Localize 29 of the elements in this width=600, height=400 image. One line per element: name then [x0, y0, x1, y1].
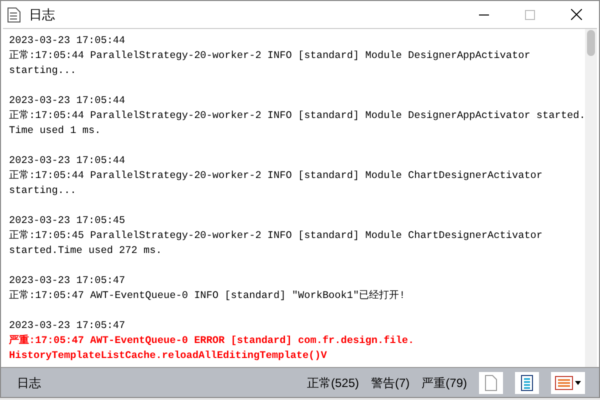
document-button[interactable]	[479, 372, 503, 394]
caret-icon	[575, 380, 581, 384]
log-message: 严重:17:05:47 AWT-EventQueue-0 ERROR [standard] com.fr.design.file. HistoryTemplateListCache.reloadAllEditingTemplate()V	[9, 334, 414, 364]
list-icon	[521, 374, 533, 390]
close-icon	[570, 9, 582, 20]
log-timestamp: 2023-03-23 17:05:47	[9, 275, 126, 289]
scrollbar-thumb[interactable]	[587, 30, 596, 56]
list-button[interactable]	[515, 372, 539, 394]
count-label: 警告(7)	[370, 374, 410, 392]
window-title: 日志	[29, 6, 55, 24]
log-timestamp: 2023-03-23 17:05:47	[9, 320, 126, 334]
document-icon	[7, 6, 21, 22]
log-timestamp: 2023-03-23 17:05:44	[9, 155, 126, 169]
log-timestamp: 2023-03-23 17:05:44	[9, 95, 126, 109]
scrollbar[interactable]	[585, 29, 597, 367]
count-label: 正常(525)	[306, 374, 359, 392]
log-message: 正常:17:05:44 ParallelStrategy-20-worker-2 INFO [standard] Module DesignerAppActivator starting...	[9, 49, 530, 79]
count-label: 严重(79)	[422, 374, 467, 392]
log-timestamp: 2023-03-23 17:05:44	[9, 35, 126, 49]
log-message: 正常:17:05:44 ParallelStrategy-20-worker-2 INFO [standard] Module DesignerAppActivator started. Time used 1 ms.	[9, 109, 586, 139]
maximize-icon	[525, 10, 535, 20]
log-message: 正常:17:05:47 AWT-EventQueue-0 INFO [standard] "WorkBook1"已经打开!	[9, 289, 406, 304]
status-label: 日志	[17, 374, 41, 392]
log-message: 正常:17:05:44 ParallelStrategy-20-worker-2 INFO [standard] Module ChartDesignerActivator starting...	[9, 169, 543, 199]
log-timestamp: 2023-03-23 17:05:45	[9, 215, 126, 229]
filter-dropdown[interactable]	[551, 372, 585, 394]
document-icon	[485, 374, 497, 390]
log-message: 正常:17:05:45 ParallelStrategy-20-worker-2 INFO [standard] Module ChartDesignerActivator started.Time used 272 ms.	[9, 229, 543, 259]
list-icon	[555, 376, 573, 390]
